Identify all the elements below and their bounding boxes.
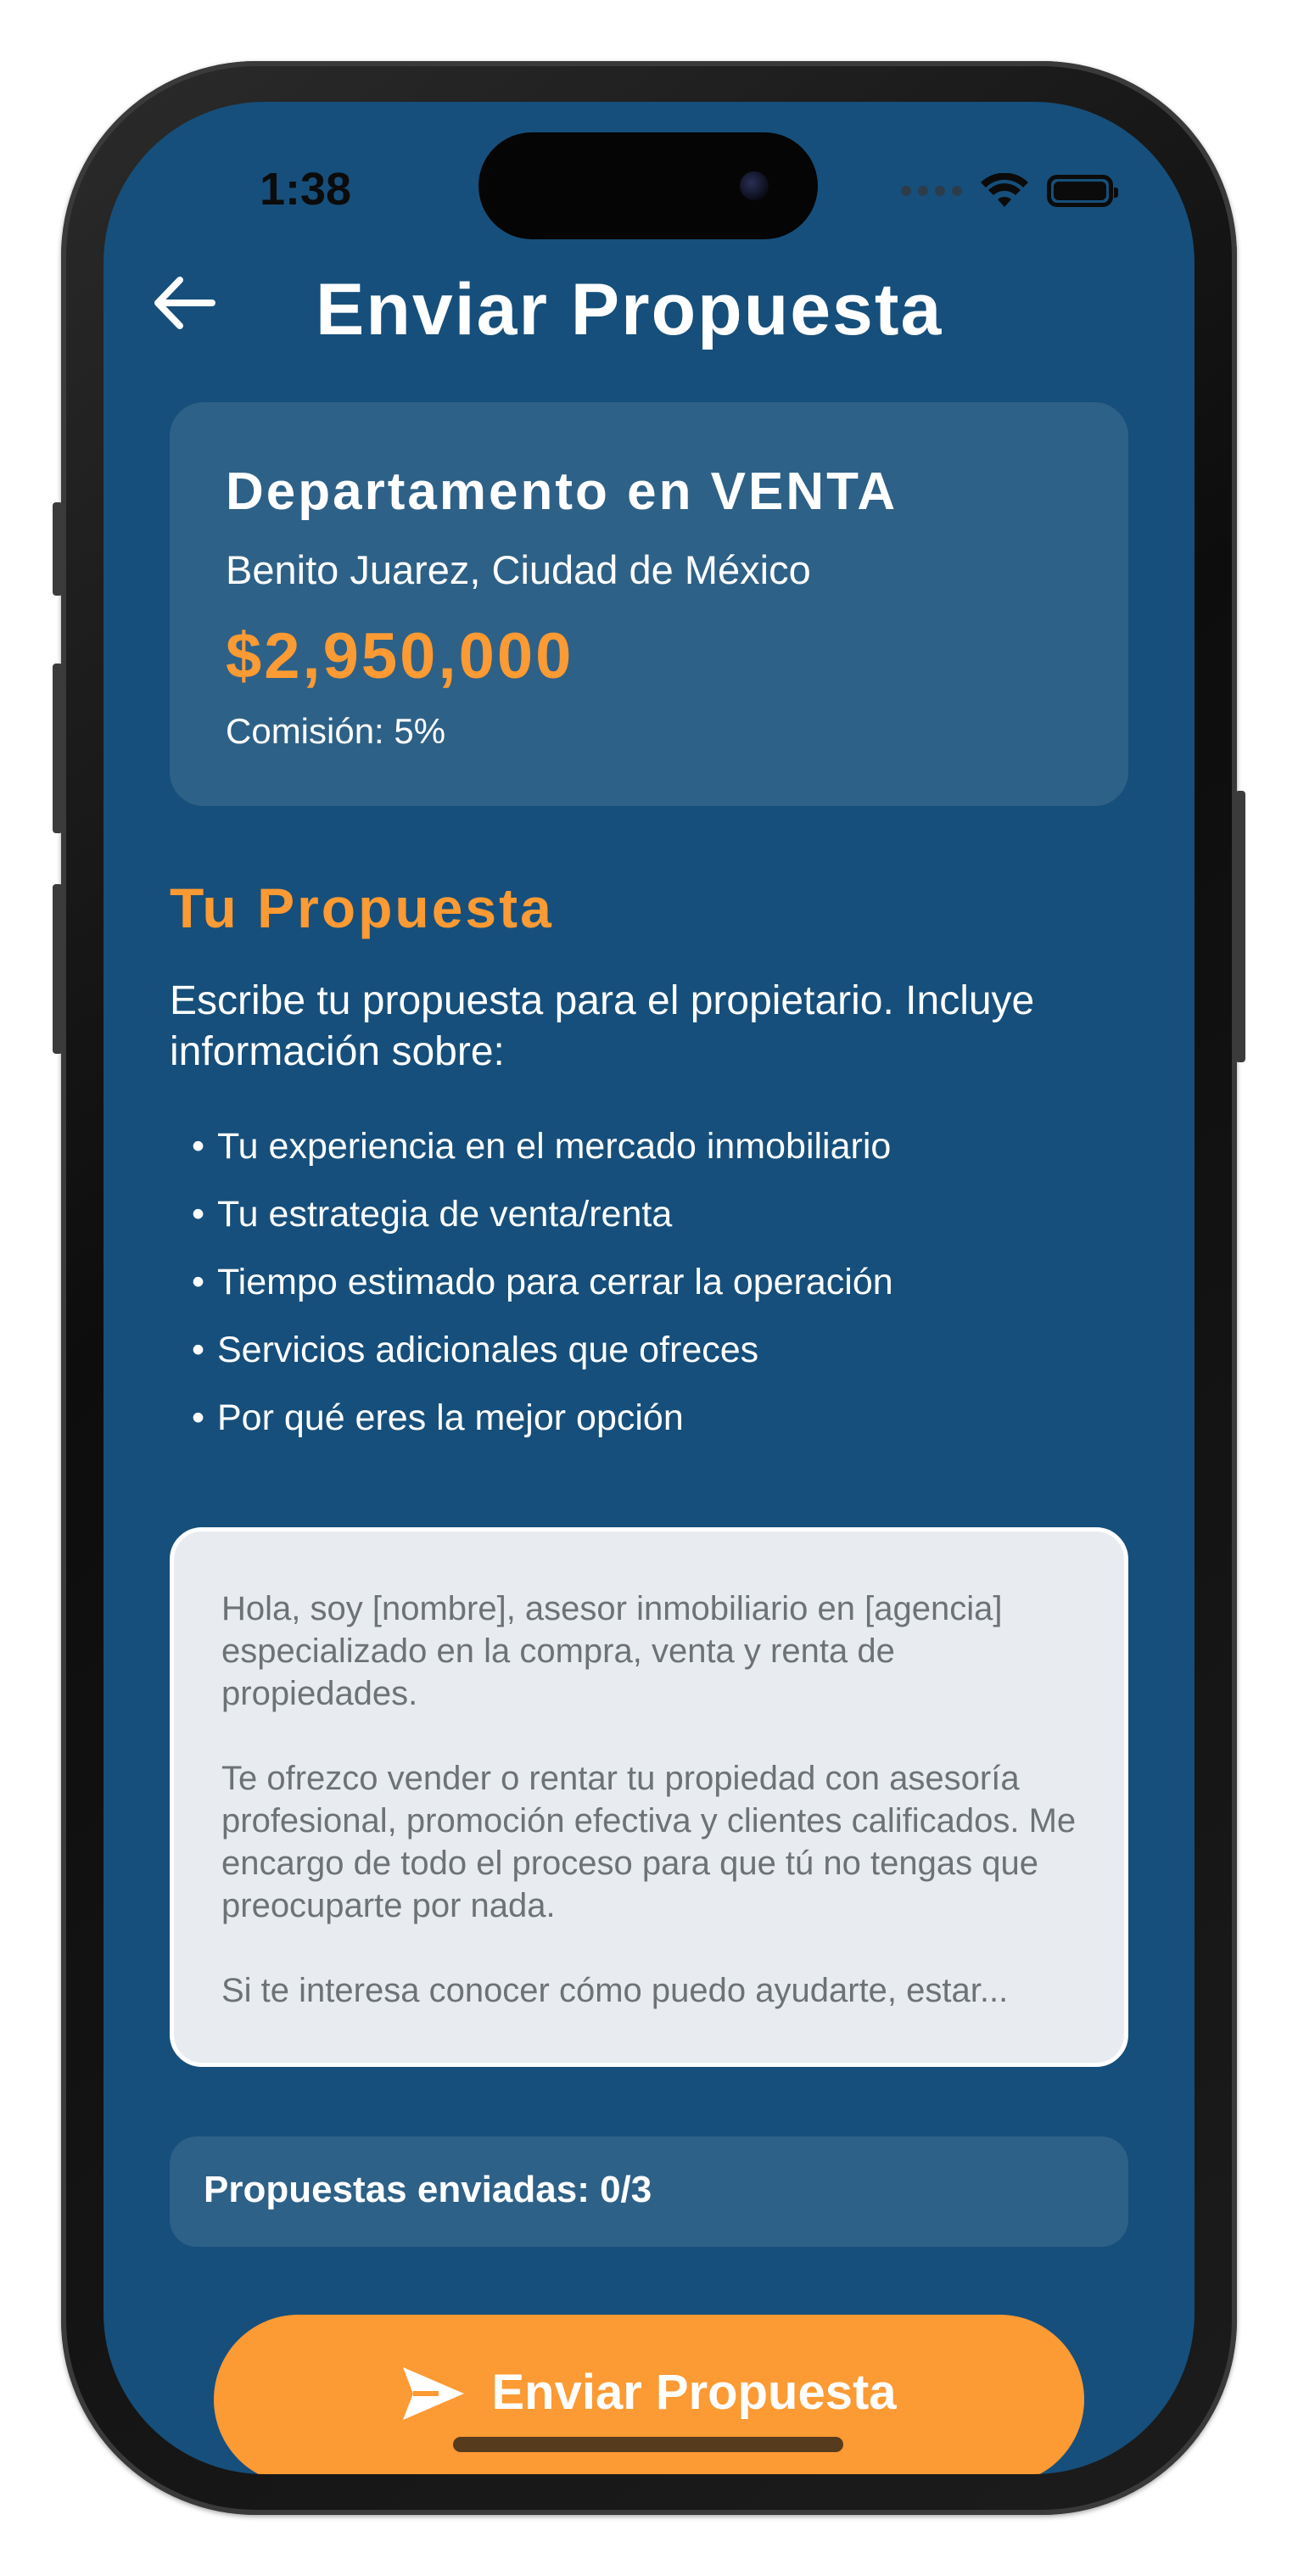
property-title: Departamento en VENTA [226,462,898,521]
property-price: $2,950,000 [226,620,574,692]
bullet-icon: • [192,1330,205,1370]
send-button-label: Enviar Propuesta [491,2365,897,2420]
wifi-icon [981,173,1028,207]
volume-up-button [53,664,63,833]
counter-label: Propuestas enviadas: 0/3 [204,2169,652,2210]
proposals-counter: Propuestas enviadas: 0/3 [170,2136,1128,2247]
status-time: 1:38 [260,164,352,215]
list-item: • Tu experiencia en el mercado inmobiliar… [192,1120,1142,1188]
list-item-text: Por qué eres la mejor opción [217,1397,684,1438]
app-screen: 1:38 Enviar Propuesta Departamento en VE… [104,102,1194,2474]
tips-list: • Tu experiencia en el mercado inmobiliar… [192,1120,1142,1459]
bullet-icon: • [192,1126,205,1167]
bullet-icon: • [192,1397,205,1438]
proposal-paragraph: Hola, soy [nombre], asesor inmobiliario … [221,1590,1003,1712]
send-icon [403,2367,465,2420]
list-item: • Servicios adicionales que ofreces [192,1324,1142,1392]
list-item-text: Tu estrategia de venta/renta [217,1194,673,1235]
property-card: Departamento en VENTA Benito Juarez, Ciu… [170,402,1128,806]
list-item-text: Servicios adicionales que ofreces [217,1330,759,1370]
list-item: • Tiempo estimado para cerrar la operació… [192,1256,1142,1324]
section-title: Tu Propuesta [170,876,554,939]
list-item: • Por qué eres la mejor opción [192,1392,1142,1459]
dynamic-island [478,132,818,239]
home-indicator[interactable] [453,2437,843,2452]
proposal-paragraph: Te ofrezco vender o rentar tu propiedad … [221,1760,1077,1924]
proposal-paragraph: Si te interesa conocer cómo puedo ayudar… [221,1972,1009,2009]
page-title: Enviar Propuesta [316,269,943,350]
intro-text: Escribe tu propuesta para el propietario… [170,978,1035,1074]
header: Enviar Propuesta [104,253,1194,355]
volume-down-button [53,884,63,1054]
proposal-textarea[interactable]: Hola, soy [nombre], asesor inmobiliario … [170,1527,1128,2067]
back-button[interactable] [151,273,219,333]
arrow-left-icon [154,277,215,329]
property-commission: Comisión: 5% [226,711,446,751]
cellular-signal-icon [901,186,962,196]
property-location: Benito Juarez, Ciudad de México [226,547,811,592]
bullet-icon: • [192,1194,205,1235]
status-indicators [901,173,1118,209]
front-camera-icon [740,171,769,200]
list-item-text: Tiempo estimado para cerrar la operación [217,1262,893,1302]
list-item-text: Tu experiencia en el mercado inmobiliari… [217,1126,892,1167]
battery-icon [1047,175,1118,207]
power-button [1235,791,1245,1062]
list-item: • Tu estrategia de venta/renta [192,1188,1142,1256]
bullet-icon: • [192,1262,205,1302]
action-button [53,502,63,596]
